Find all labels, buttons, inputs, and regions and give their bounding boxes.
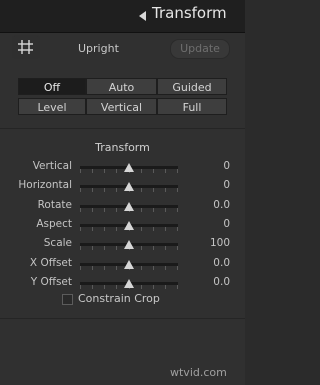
constrain-crop-label: Constrain Crop <box>78 292 160 305</box>
slider-tick <box>104 265 105 270</box>
slider-tick <box>177 188 178 193</box>
watermark-text: wtvid.com <box>170 366 227 379</box>
upright-off-button[interactable]: Off <box>18 78 86 95</box>
panel-header[interactable]: Transform <box>0 0 245 33</box>
slider-tick <box>92 226 93 231</box>
slider-thumb[interactable] <box>124 259 134 269</box>
slider-tick <box>92 169 93 173</box>
upright-label: Upright <box>78 42 119 55</box>
slider-value[interactable]: 0.0 <box>200 257 230 269</box>
slider-value[interactable]: 0 <box>200 218 230 230</box>
slider-label: Scale <box>43 237 72 250</box>
slider-tick <box>141 246 142 251</box>
slider-tick <box>80 207 81 212</box>
slider-tick <box>92 188 93 193</box>
slider-tick <box>141 207 142 212</box>
slider-tick <box>116 246 117 251</box>
panel-title: Transform <box>152 4 227 22</box>
slider-tick <box>177 207 178 212</box>
slider-tick <box>80 188 81 193</box>
slider-tick <box>104 169 105 173</box>
section-divider-bottom <box>0 318 245 319</box>
slider-value[interactable]: 0.0 <box>200 276 230 288</box>
slider-tick <box>165 284 166 289</box>
slider-tick <box>165 265 166 270</box>
slider-tick <box>165 188 166 193</box>
slider-tick <box>141 226 142 231</box>
slider-tick <box>92 265 93 270</box>
slider-tick <box>92 207 93 212</box>
upright-guided-button[interactable]: Guided <box>157 78 227 95</box>
slider-tick <box>153 284 154 289</box>
slider-tick <box>153 246 154 251</box>
slider-tick <box>177 226 178 231</box>
collapse-triangle-icon[interactable] <box>139 11 146 21</box>
slider-tick <box>80 284 81 289</box>
slider-label: Horizontal <box>18 179 72 192</box>
slider-label: Y Offset <box>30 275 72 288</box>
slider-thumb[interactable] <box>124 220 134 230</box>
slider-tick <box>116 265 117 270</box>
upright-auto-button[interactable]: Auto <box>86 78 157 95</box>
slider-tick <box>177 169 178 173</box>
slider-tick <box>104 207 105 212</box>
slider-tick <box>165 246 166 251</box>
slider-tick <box>116 169 117 173</box>
slider-tick <box>116 207 117 212</box>
slider-value[interactable]: 0 <box>200 179 230 191</box>
upright-vertical-button[interactable]: Vertical <box>86 98 157 115</box>
slider-value[interactable]: 100 <box>200 237 230 249</box>
slider-tick <box>80 265 81 270</box>
slider-value[interactable]: 0 <box>200 160 230 172</box>
slider-tick <box>177 265 178 270</box>
slider-thumb[interactable] <box>124 240 134 250</box>
slider-tick <box>153 169 154 173</box>
slider-tick <box>177 284 178 289</box>
slider-tick <box>92 284 93 289</box>
slider-tick <box>80 226 81 231</box>
transform-section-title: Transform <box>95 141 150 154</box>
slider-tick <box>116 284 117 289</box>
slider-tick <box>141 169 142 173</box>
slider-thumb[interactable] <box>124 182 134 192</box>
slider-tick <box>153 226 154 231</box>
slider-tick <box>80 169 81 173</box>
slider-tick <box>141 284 142 289</box>
slider-tick <box>165 207 166 212</box>
slider-label: X Offset <box>29 256 72 269</box>
slider-tick <box>153 207 154 212</box>
slider-thumb[interactable] <box>124 201 134 211</box>
slider-tick <box>116 226 117 231</box>
crop-guide-icon[interactable] <box>12 35 40 59</box>
slider-label: Aspect <box>36 217 72 230</box>
slider-value[interactable]: 0.0 <box>200 199 230 211</box>
constrain-crop-checkbox[interactable] <box>62 294 73 305</box>
section-divider <box>0 128 245 129</box>
slider-tick <box>104 188 105 193</box>
update-button[interactable]: Update <box>170 39 230 59</box>
slider-tick <box>177 246 178 251</box>
slider-tick <box>104 246 105 251</box>
slider-tick <box>165 169 166 173</box>
slider-tick <box>80 246 81 251</box>
slider-tick <box>165 226 166 231</box>
slider-tick <box>104 284 105 289</box>
slider-thumb[interactable] <box>124 278 134 288</box>
upright-full-button[interactable]: Full <box>157 98 227 115</box>
slider-tick <box>153 188 154 193</box>
slider-tick <box>153 265 154 270</box>
slider-tick <box>104 226 105 231</box>
slider-label: Rotate <box>37 198 72 211</box>
upright-level-button[interactable]: Level <box>18 98 86 115</box>
slider-thumb[interactable] <box>124 163 134 172</box>
slider-tick <box>141 265 142 270</box>
slider-tick <box>116 188 117 193</box>
slider-label: Vertical <box>32 160 72 172</box>
slider-tick <box>92 246 93 251</box>
slider-tick <box>141 188 142 193</box>
